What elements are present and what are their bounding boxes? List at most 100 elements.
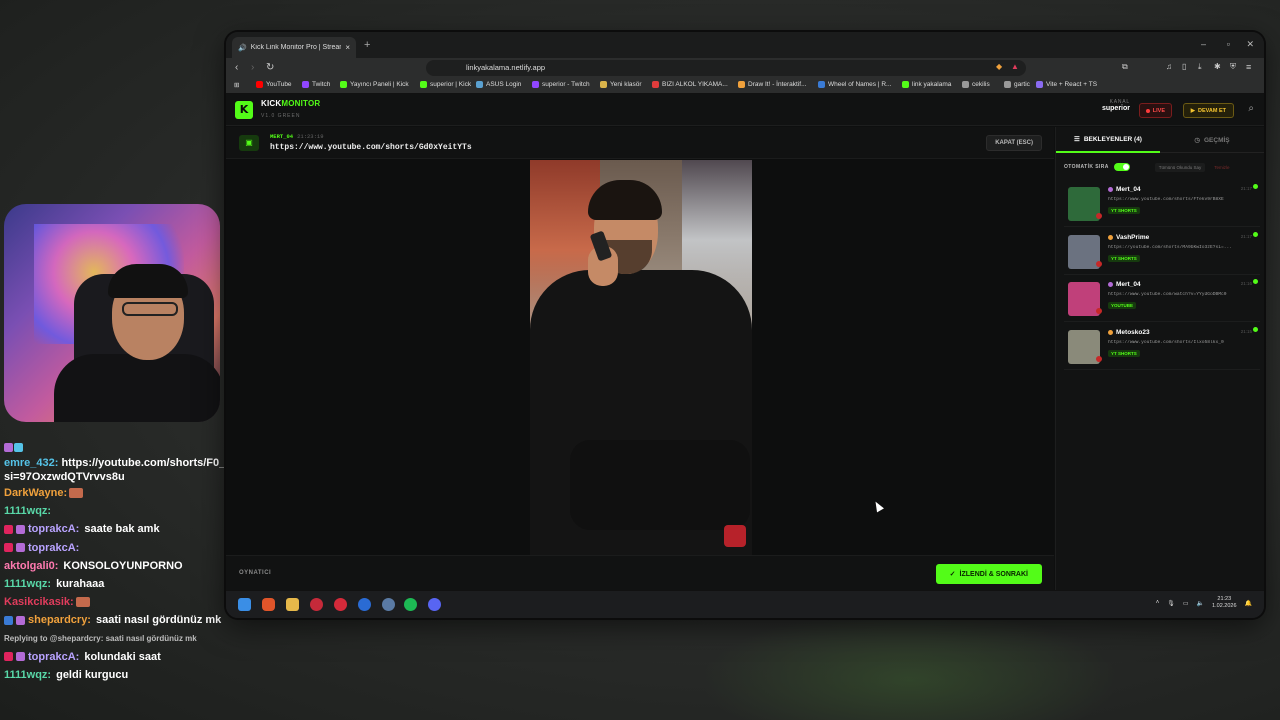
bookmark-item[interactable]: Draw It! - İnteraktif... — [738, 81, 807, 88]
extensions-icon[interactable]: ⧉ — [1122, 62, 1128, 72]
queue-item[interactable]: Metosko23 21:15 https://www.youtube.com/sh… — [1064, 326, 1260, 370]
close-tab-icon[interactable]: × — [345, 43, 350, 52]
back-icon[interactable]: ‹ — [235, 62, 238, 73]
close-player-button[interactable]: KAPAT (ESC) — [986, 135, 1042, 151]
steam-icon[interactable] — [358, 598, 371, 611]
chat-username[interactable]: toprakcA: — [28, 648, 79, 666]
queue-thumbnail — [1068, 234, 1102, 269]
download-icon[interactable]: ⤓ — [1198, 62, 1202, 72]
bookmark-item[interactable]: superior - Twitch — [532, 81, 590, 88]
auto-queue-toggle[interactable] — [1113, 163, 1130, 171]
brave-browser-icon[interactable] — [262, 598, 275, 611]
bookmark-item[interactable]: cekilis — [962, 81, 990, 88]
app-icon-red[interactable] — [310, 598, 323, 611]
bookmark-item[interactable]: BIZI ALKOL YIKAMA... — [652, 81, 728, 88]
queue-item[interactable]: VashPrime 21:17 https://youtube.com/shorts… — [1064, 231, 1260, 275]
chat-username[interactable]: DarkWayne: — [4, 484, 67, 502]
bookmark-item[interactable]: ASUS Login — [476, 81, 521, 88]
tray-chevron-icon[interactable]: ˄ — [1156, 600, 1160, 606]
settings-icon[interactable]: ⌕ — [1248, 103, 1254, 114]
tab-history[interactable]: ◷ GEÇMİŞ — [1160, 127, 1264, 153]
rewards-icon[interactable]: ▲ — [1011, 62, 1019, 71]
chat-username[interactable]: emre_432: — [4, 457, 58, 469]
queue-user: Mert_04 — [1108, 186, 1141, 193]
sidebar-icon[interactable]: ▯ — [1182, 62, 1186, 71]
discord-icon[interactable] — [428, 598, 441, 611]
url-field[interactable]: linkyakalama.netlify.app — [426, 60, 1026, 76]
chat-username[interactable]: shepardcry: — [28, 611, 91, 629]
chat-username[interactable]: aktolgali0: — [4, 557, 58, 575]
chat-username[interactable]: 1111wqz: — [4, 575, 51, 593]
bookmark-item[interactable]: superior | Kick — [420, 81, 471, 88]
chat-username[interactable]: toprakcA: — [28, 520, 79, 538]
volume-icon[interactable]: 🔈 — [1197, 600, 1204, 607]
music-icon[interactable]: ♫ — [1166, 62, 1172, 71]
clock[interactable]: 21:23 1.02.2026 — [1212, 596, 1236, 610]
bookmark-item[interactable]: Yeni klasör — [600, 81, 642, 88]
queue-url[interactable]: https://www.youtube.com/shorts/Ilxo58lkx… — [1108, 340, 1258, 345]
browser-tab[interactable]: 🔊 Kick Link Monitor Pro | Stream × — [232, 37, 356, 58]
queue-url[interactable]: https://youtube.com/shorts/MA9bKwIo3zE?s… — [1108, 245, 1258, 250]
chat-username[interactable]: 1111wqz: — [4, 502, 51, 520]
chat-message: toprakcA: kolundaki saat — [4, 648, 224, 666]
app-icon-blue[interactable] — [382, 598, 395, 611]
network-icon[interactable]: ▭ — [1183, 600, 1189, 607]
chat-username[interactable]: toprakcA: — [28, 539, 79, 557]
apps-grid-icon[interactable]: ⊞ — [234, 81, 239, 89]
minimize-icon[interactable]: – — [1201, 39, 1206, 49]
youtube-mark-icon — [1096, 355, 1102, 362]
video-watermark-logo — [724, 525, 746, 547]
new-tab-button[interactable]: + — [364, 39, 370, 51]
app-brand: KICKMONITOR — [261, 99, 320, 108]
bookmark-label: cekilis — [972, 81, 990, 88]
queue-user: Metosko23 — [1108, 329, 1150, 336]
queue-url[interactable]: https://www.youtube.com/shorts/Ffekv9rB8… — [1108, 197, 1258, 202]
brave-shield-icon[interactable]: ◆ — [996, 62, 1002, 71]
spotify-icon[interactable] — [404, 598, 417, 611]
bookmark-item[interactable]: gartic — [1004, 81, 1030, 88]
tab-waiting-label: BEKLEYENLER (4) — [1083, 135, 1142, 143]
chat-badge-icon — [16, 616, 25, 626]
chat-username[interactable]: Kasikcikasik: — [4, 593, 74, 611]
address-bar: ‹ › ↻ ▮ linkyakalama.netlify.app ◆ ▲ ⧉ ♫… — [226, 58, 1264, 78]
windows-start-icon[interactable] — [238, 598, 251, 611]
queue-username: VashPrime — [1116, 233, 1150, 241]
close-window-icon[interactable]: ✕ — [1246, 39, 1254, 50]
video-frame[interactable] — [530, 160, 752, 555]
file-explorer-icon[interactable] — [286, 598, 299, 611]
queue-url[interactable]: https://www.youtube.com/watch?v=YYydGoDB… — [1108, 292, 1258, 297]
bookmark-item[interactable]: link yakalama — [902, 81, 951, 88]
bookmark-favicon-icon — [1004, 81, 1011, 88]
tab-waiting[interactable]: ☰ BEKLEYENLER (4) — [1056, 127, 1160, 153]
queue-item[interactable]: Mert_04 21:17 https://www.youtube.com/shor… — [1064, 183, 1260, 227]
vpn-icon[interactable]: ⛨ — [1230, 62, 1236, 72]
bookmark-item[interactable]: YouTube — [256, 81, 292, 88]
bookmark-item[interactable]: Twitch — [302, 81, 330, 88]
bookmark-label: Twitch — [312, 81, 331, 88]
clear-button[interactable]: Temizle — [1210, 163, 1233, 172]
queue-item[interactable]: Mert_04 21:16 https://www.youtube.com/watc… — [1064, 278, 1260, 322]
bookmark-item[interactable]: Wheel of Names | R... — [818, 81, 891, 88]
notification-icon[interactable]: 🔔 — [1245, 600, 1252, 607]
chat-emote-icon — [69, 488, 84, 499]
bookmark-favicon-icon — [738, 81, 745, 88]
app-icon-record[interactable] — [334, 598, 347, 611]
watched-next-button[interactable]: ✓ İZLENDİ & SONRAKİ — [935, 564, 1042, 584]
chat-badge-icon — [16, 525, 25, 534]
resume-button[interactable]: ▶ DEVAM ET — [1182, 103, 1234, 118]
puzzle-icon[interactable]: ✱ — [1214, 62, 1221, 71]
bookmark-item[interactable]: Yayıncı Paneli | Kick — [340, 81, 409, 88]
chat-username[interactable]: 1111wqz: — [4, 666, 51, 684]
queue-time: 21:16 — [1240, 281, 1252, 286]
menu-icon[interactable]: ≡ — [1246, 62, 1251, 72]
youtube-mark-icon — [1096, 260, 1102, 267]
bookmark-label: Yayıncı Paneli | Kick — [350, 81, 409, 88]
mark-all-read-button[interactable]: Tümünü Okundu Say — [1154, 162, 1206, 172]
microphone-icon[interactable]: 🎙 — [1167, 600, 1175, 607]
live-button[interactable]: LIVE — [1138, 103, 1172, 118]
maximize-icon[interactable]: ▫ — [1227, 39, 1230, 49]
bookmark-item[interactable]: Vite + React + TS — [1036, 81, 1097, 88]
forward-icon[interactable]: › — [251, 62, 254, 73]
player-url[interactable]: https://www.youtube.com/shorts/Gd0xYeitY… — [270, 143, 472, 152]
reload-icon[interactable]: ↻ — [266, 62, 274, 73]
